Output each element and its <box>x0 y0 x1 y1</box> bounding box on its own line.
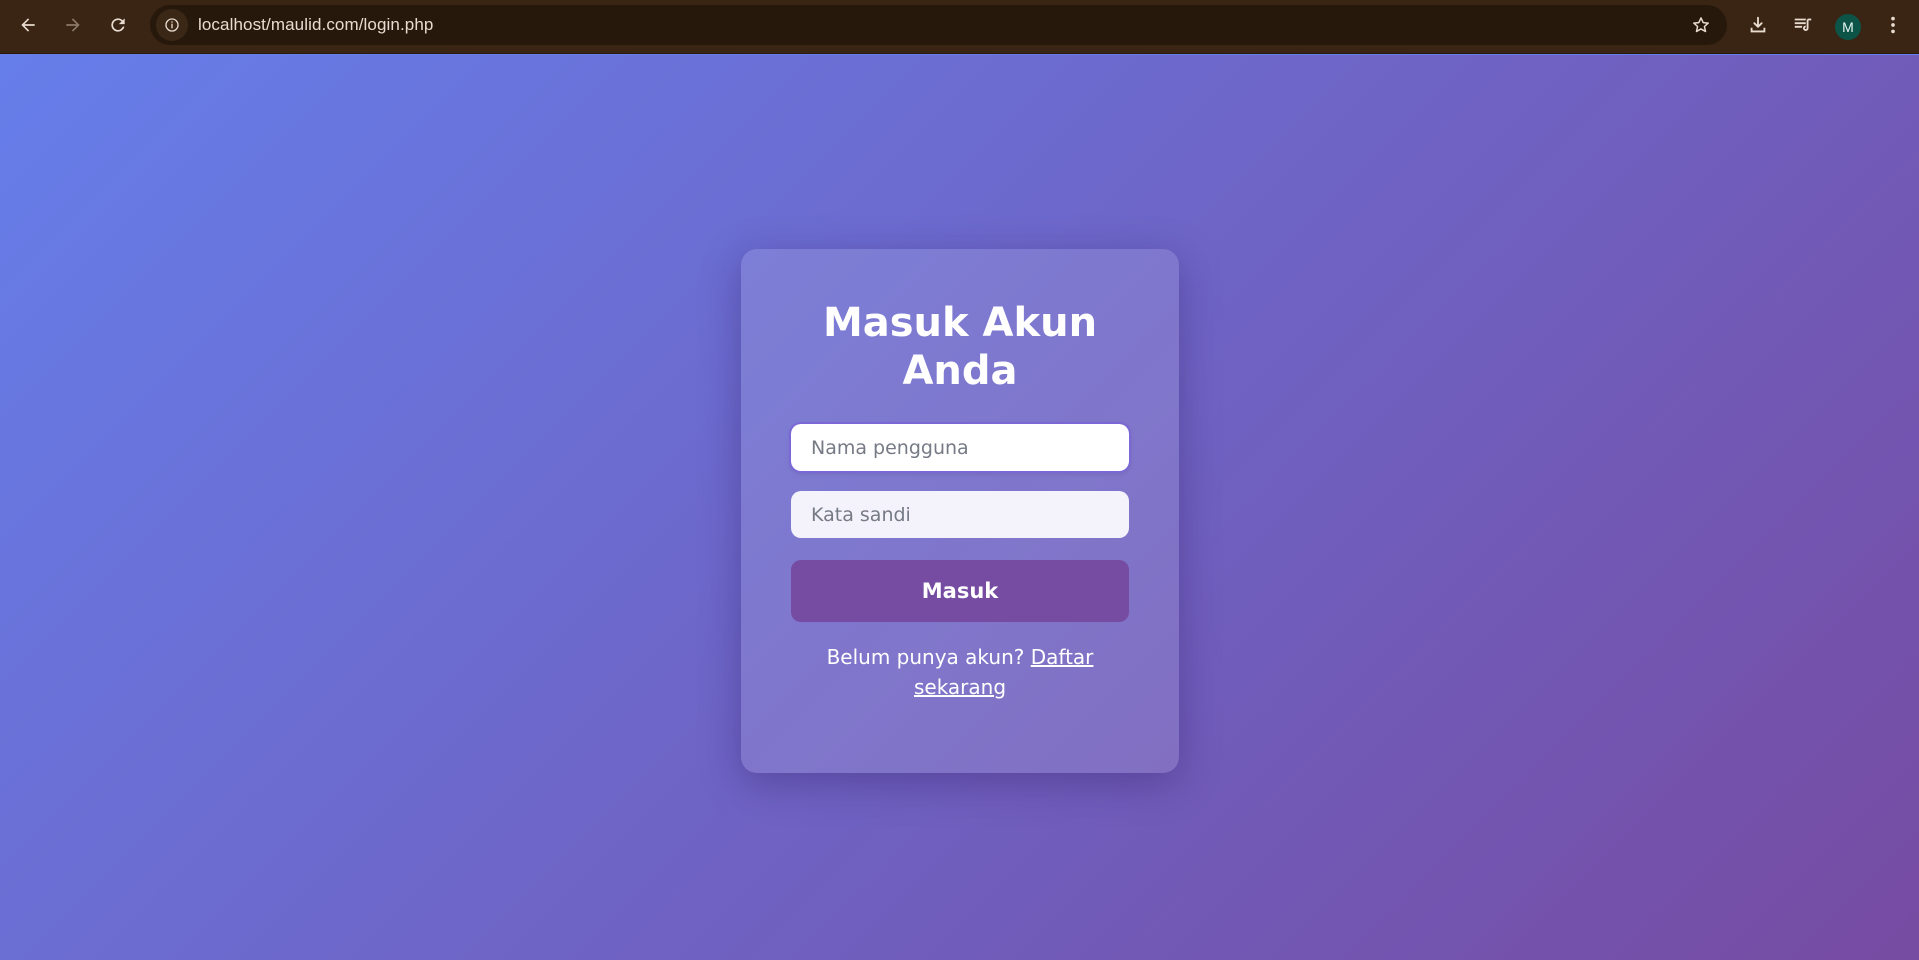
download-icon <box>1747 14 1769 40</box>
page-title: Masuk Akun Anda <box>822 300 1098 394</box>
star-icon[interactable] <box>1685 9 1717 41</box>
reload-button[interactable] <box>98 7 138 47</box>
browser-toolbar: localhost/maulid.com/login.php M <box>0 0 1919 54</box>
reload-icon <box>108 15 128 39</box>
media-queue-icon <box>1792 14 1814 40</box>
navigation-buttons <box>8 7 138 47</box>
register-prompt-text: Belum punya akun? <box>826 645 1025 669</box>
media-button[interactable] <box>1783 7 1823 47</box>
back-button[interactable] <box>8 7 48 47</box>
url-text[interactable]: localhost/maulid.com/login.php <box>198 15 433 35</box>
avatar: M <box>1835 14 1861 40</box>
arrow-right-icon <box>63 15 83 39</box>
login-card: Masuk Akun Anda Masuk Belum punya akun? … <box>741 249 1179 773</box>
password-input[interactable] <box>791 491 1129 538</box>
info-icon[interactable] <box>156 9 188 41</box>
download-button[interactable] <box>1738 7 1778 47</box>
kebab-menu-icon <box>1882 14 1904 40</box>
menu-button[interactable] <box>1873 7 1913 47</box>
address-bar[interactable]: localhost/maulid.com/login.php <box>150 5 1727 45</box>
username-input[interactable] <box>791 424 1129 471</box>
arrow-left-icon <box>18 15 38 39</box>
forward-button[interactable] <box>53 7 93 47</box>
profile-button[interactable]: M <box>1828 7 1868 47</box>
toolbar-actions: M <box>1738 0 1919 54</box>
register-prompt: Belum punya akun? Daftar sekarang <box>791 642 1129 702</box>
login-button[interactable]: Masuk <box>791 560 1129 622</box>
page-background: Masuk Akun Anda Masuk Belum punya akun? … <box>0 55 1919 960</box>
